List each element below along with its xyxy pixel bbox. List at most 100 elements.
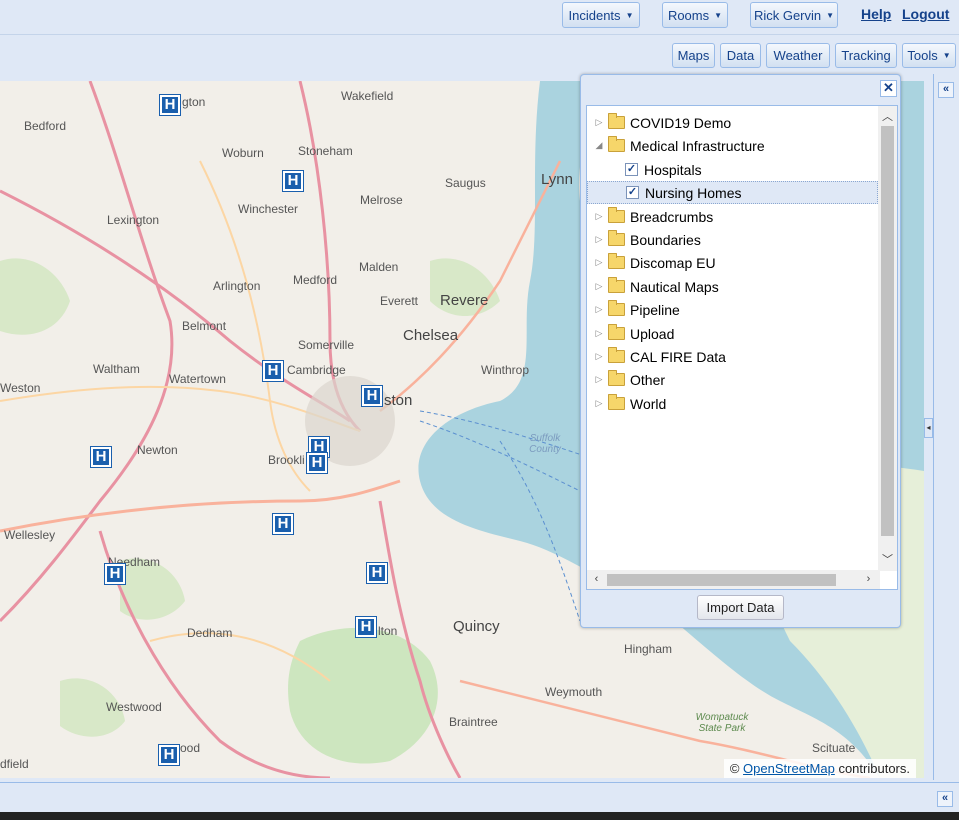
- map-label-boston: ston: [384, 392, 413, 409]
- tree-folder-breadcrumbs[interactable]: ▷ Breadcrumbs: [587, 205, 878, 228]
- hospital-marker[interactable]: H: [366, 562, 388, 584]
- tracking-button[interactable]: Tracking: [835, 43, 897, 68]
- bottom-edge: [0, 812, 959, 820]
- logout-link[interactable]: Logout: [902, 6, 949, 22]
- map-label-lynn: Lynn: [541, 171, 573, 188]
- hospital-marker[interactable]: H: [306, 452, 328, 474]
- tree-folder-other[interactable]: ▷ Other: [587, 368, 878, 391]
- scrollbar-thumb[interactable]: [607, 574, 836, 586]
- folder-icon: [608, 394, 625, 410]
- map-label-weston: Weston: [0, 381, 41, 395]
- expand-icon[interactable]: ▷: [593, 281, 605, 292]
- expand-icon[interactable]: ▷: [593, 328, 605, 339]
- map-label-quincy: Quincy: [453, 618, 500, 635]
- map-label-dedham: Dedham: [187, 626, 233, 640]
- incidents-menu-button[interactable]: Incidents ▼: [562, 2, 640, 28]
- tree-folder-cal-fire-data[interactable]: ▷ CAL FIRE Data: [587, 345, 878, 368]
- map-label-belmont: Belmont: [182, 319, 227, 333]
- folder-icon: [608, 300, 625, 316]
- expand-icon[interactable]: ▷: [593, 257, 605, 268]
- tree-item-label: World: [630, 395, 667, 412]
- hospital-marker[interactable]: H: [355, 616, 377, 638]
- tools-menu-button[interactable]: Tools ▼: [902, 43, 956, 68]
- data-button[interactable]: Data: [720, 43, 761, 68]
- expand-icon[interactable]: ▷: [593, 211, 605, 222]
- hospital-marker[interactable]: H: [262, 360, 284, 382]
- weather-button[interactable]: Weather: [766, 43, 830, 68]
- tools-label: Tools: [907, 48, 938, 63]
- map-label-dedfield: dfield: [0, 757, 29, 771]
- tree-folder-upload[interactable]: ▷ Upload: [587, 322, 878, 345]
- map-label-watertown: Watertown: [169, 372, 226, 386]
- nursing-homes-checkbox[interactable]: ✓: [626, 186, 639, 199]
- scroll-left-icon[interactable]: ‹: [587, 573, 606, 585]
- scrollbar-thumb[interactable]: [881, 126, 894, 536]
- tree-vertical-scrollbar[interactable]: ︿ ﹀: [878, 106, 897, 571]
- tree-horizontal-scrollbar[interactable]: ‹ ›: [587, 570, 880, 589]
- attribution-copyright: ©: [729, 761, 740, 776]
- hospital-marker[interactable]: H: [159, 94, 181, 116]
- map-label-bedford: Bedford: [24, 119, 67, 133]
- map-label-braintree: Braintree: [449, 715, 498, 729]
- map-label-scituate: Scituate: [812, 741, 856, 755]
- tree-item-label: COVID19 Demo: [630, 114, 732, 131]
- scroll-down-icon[interactable]: ﹀: [878, 551, 897, 567]
- splitter-collapse-icon[interactable]: ◂: [924, 418, 933, 438]
- expand-icon[interactable]: ▷: [593, 234, 605, 245]
- map-toolbar: Maps Data Weather Tracking Tools ▼: [0, 34, 959, 70]
- tree-folder-nautical-maps[interactable]: ▷ Nautical Maps: [587, 275, 878, 298]
- user-menu-button[interactable]: Rick Gervin ▼: [750, 2, 838, 28]
- expand-bottom-panel-icon[interactable]: «: [937, 791, 953, 807]
- map-label-woburn: Woburn: [222, 146, 264, 160]
- expand-icon[interactable]: ▷: [593, 351, 605, 362]
- maps-button[interactable]: Maps: [672, 43, 715, 68]
- map-label-winthrop: Winthrop: [481, 363, 530, 377]
- tree-folder-pipeline[interactable]: ▷ Pipeline: [587, 298, 878, 321]
- tree-layer-nursing-homes[interactable]: ✓ Nursing Homes: [587, 181, 878, 204]
- map-label-milton: lton: [378, 624, 398, 638]
- tree-folder-boundaries[interactable]: ▷ Boundaries: [587, 228, 878, 251]
- tree-item-label: Nursing Homes: [645, 184, 742, 201]
- map-label-weymouth: Weymouth: [545, 685, 603, 699]
- bottom-panel-collapsed: «: [0, 782, 959, 812]
- hospital-marker[interactable]: H: [90, 446, 112, 468]
- import-data-button[interactable]: Import Data: [697, 595, 784, 620]
- map-label-chelsea: Chelsea: [403, 327, 459, 344]
- scroll-up-icon[interactable]: ︿: [878, 108, 897, 124]
- tree-folder-medical-infrastructure[interactable]: ◢ Medical Infrastructure: [587, 134, 878, 157]
- expand-icon[interactable]: ▷: [593, 398, 605, 409]
- hospital-marker[interactable]: H: [361, 385, 383, 407]
- map-label-hingham: Hingham: [624, 642, 673, 656]
- tree-folder-discomap-eu[interactable]: ▷ Discomap EU: [587, 251, 878, 274]
- tree-folder-covid19-demo[interactable]: ▷ COVID19 Demo: [587, 111, 878, 134]
- user-label: Rick Gervin: [753, 7, 822, 23]
- tree-item-label: Medical Infrastructure: [630, 137, 765, 154]
- expand-icon[interactable]: ▷: [593, 304, 605, 315]
- hospital-marker[interactable]: H: [282, 170, 304, 192]
- map-label-medford: Medford: [293, 273, 338, 287]
- expand-icon[interactable]: ▷: [593, 117, 605, 128]
- hospital-marker[interactable]: H: [104, 563, 126, 585]
- hospitals-checkbox[interactable]: ✓: [625, 163, 638, 176]
- map-label-burlington: gton: [182, 95, 206, 109]
- close-icon[interactable]: ✕: [880, 80, 897, 97]
- folder-icon: [608, 347, 625, 363]
- top-bar: Incidents ▼ Rooms ▼ Rick Gervin ▼ Help Logo…: [0, 0, 959, 34]
- scroll-right-icon[interactable]: ›: [859, 573, 878, 585]
- tree-layer-hospitals[interactable]: ✓ Hospitals: [587, 158, 878, 181]
- folder-icon: [608, 277, 625, 293]
- layer-tree: ▷ COVID19 Demo ◢ Medical Infrastructure …: [586, 105, 898, 590]
- collapse-icon[interactable]: ◢: [593, 140, 605, 151]
- map-label-melrose: Melrose: [360, 193, 403, 207]
- help-link[interactable]: Help: [861, 6, 891, 22]
- chevron-down-icon: ▼: [826, 10, 835, 20]
- expand-icon[interactable]: ▷: [593, 374, 605, 385]
- hospital-marker[interactable]: H: [272, 513, 294, 535]
- tree-folder-world[interactable]: ▷ World: [587, 392, 878, 415]
- map-label-waltham: Waltham: [93, 362, 140, 376]
- tree-item-label: Hospitals: [644, 161, 702, 178]
- openstreetmap-link[interactable]: OpenStreetMap: [743, 761, 835, 776]
- hospital-marker[interactable]: H: [158, 744, 180, 766]
- rooms-menu-button[interactable]: Rooms ▼: [662, 2, 728, 28]
- expand-panel-icon[interactable]: «: [938, 82, 954, 98]
